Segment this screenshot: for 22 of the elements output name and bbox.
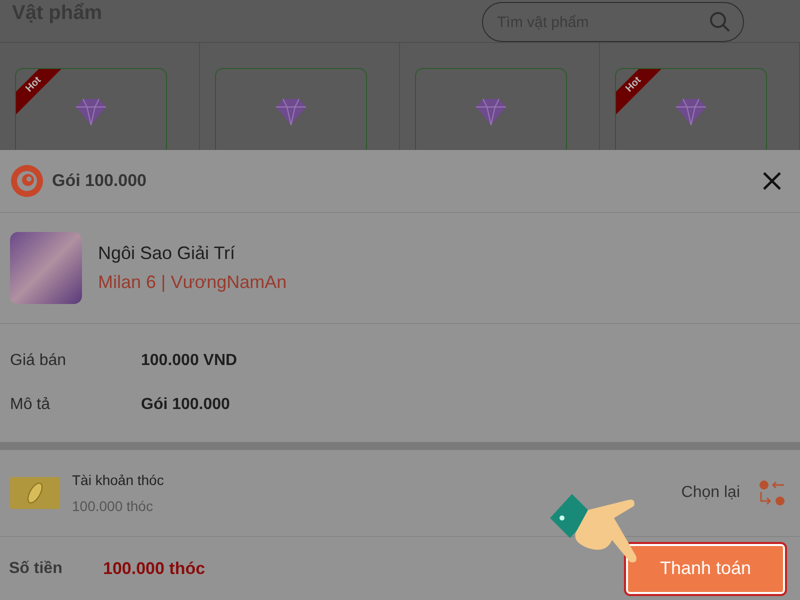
change-button[interactable]: Chọn lại [681, 479, 786, 507]
gem-icon [74, 97, 108, 127]
grain-icon [10, 477, 60, 509]
gem-icon [674, 97, 708, 127]
account-name: Tài khoản thóc [72, 472, 164, 488]
search-icon [709, 11, 731, 33]
game-thumbnail [10, 232, 82, 304]
gem-icon [274, 97, 308, 127]
detail-value: Gói 100.000 [141, 396, 230, 414]
detail-label: Giá bán [10, 352, 68, 370]
spiral-logo-icon [10, 164, 44, 198]
sheet-title: Gói 100.000 [52, 171, 148, 191]
total-label: Số tiền [9, 560, 64, 578]
detail-value: 100.000 VND [141, 352, 238, 370]
pay-button[interactable]: Thanh toán [624, 542, 787, 596]
detail-label: Mô tả [10, 396, 52, 414]
account-balance: 100.000 thóc [72, 498, 154, 514]
gem-icon [474, 97, 508, 127]
server-name: Milan 6 | VươngNamAn [98, 272, 287, 293]
game-name: Ngôi Sao Giải Trí [98, 243, 236, 264]
total-amount: 100.000 thóc [103, 558, 206, 578]
swap-icon [758, 479, 786, 507]
